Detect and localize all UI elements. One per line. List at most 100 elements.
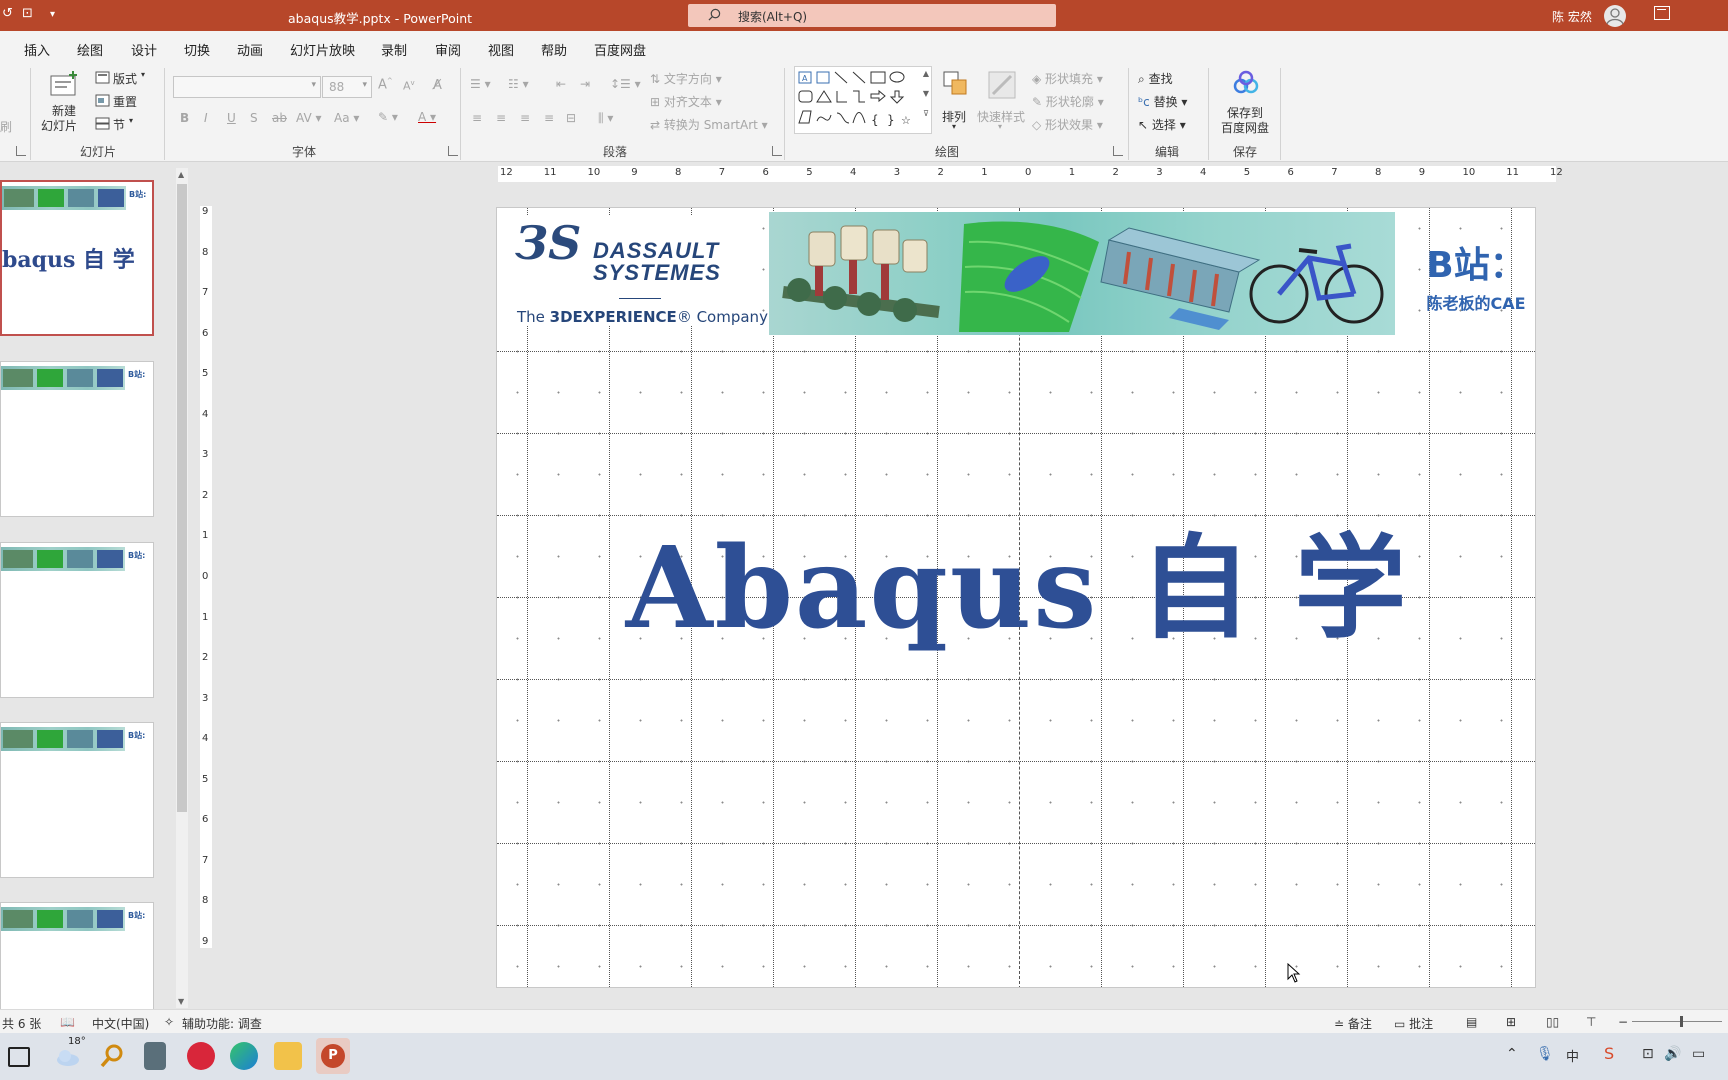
tab-review[interactable]: 审阅	[435, 40, 461, 59]
battery-icon[interactable]: ▭	[1692, 1046, 1705, 1062]
customize-quick-access-icon[interactable]: ▾	[50, 9, 55, 20]
zoom-slider[interactable]	[1632, 1021, 1722, 1022]
tab-insert[interactable]: 插入	[24, 40, 50, 59]
bold-icon[interactable]: B	[180, 111, 189, 125]
arrange-button[interactable]: 排列 ▾	[938, 68, 974, 134]
font-color-icon[interactable]: A ▾	[418, 110, 436, 124]
increase-indent-icon[interactable]: ⇥	[580, 77, 590, 91]
align-center-icon[interactable]: ≡	[496, 111, 506, 125]
scroll-down-icon[interactable]: ▼	[178, 997, 184, 1006]
tab-record[interactable]: 录制	[381, 40, 407, 59]
font-size-combo[interactable]: 88 ▾	[322, 76, 372, 98]
shape-fill-button[interactable]: ◈ 形状填充 ▾	[1032, 70, 1103, 87]
convert-smartart-button[interactable]: ⇄ 转换为 SmartArt ▾	[650, 116, 768, 133]
clear-formatting-icon[interactable]: A̸	[433, 78, 442, 93]
shapes-gallery[interactable]: A {} ☆ ▲ ▼ ⊽	[794, 66, 932, 134]
slide-thumbnail-3[interactable]: B站:	[0, 542, 154, 698]
language-indicator[interactable]: 中文(中国)	[92, 1015, 149, 1032]
banner-image[interactable]	[769, 212, 1395, 335]
gallery-scroll-up-icon[interactable]: ▲	[923, 69, 929, 78]
tab-animations[interactable]: 动画	[237, 40, 263, 59]
numbering-icon[interactable]: ☷ ▾	[508, 77, 529, 91]
search-box[interactable]: 搜索(Alt+Q)	[688, 4, 1056, 27]
notes-button[interactable]: ≐ 备注	[1334, 1015, 1372, 1032]
show-hidden-icons-icon[interactable]: ⌃	[1506, 1046, 1518, 1062]
shape-outline-button[interactable]: ✎ 形状轮廓 ▾	[1032, 93, 1104, 110]
ribbon-display-options-icon[interactable]	[1654, 6, 1670, 20]
edge-browser-icon[interactable]	[230, 1042, 258, 1070]
file-explorer-icon[interactable]	[274, 1042, 302, 1070]
undo-icon[interactable]: ↺	[2, 6, 13, 21]
increase-font-size-icon[interactable]: A^	[378, 77, 393, 92]
accessibility-icon[interactable]: ✧	[164, 1015, 174, 1029]
microphone-icon[interactable]: 🎙	[1536, 1046, 1554, 1062]
paragraph-dialog-launcher-icon[interactable]	[772, 146, 782, 156]
align-left-icon[interactable]: ≡	[472, 111, 482, 125]
justify-icon[interactable]: ≡	[544, 111, 554, 125]
slide-thumbnail-2[interactable]: B站:	[0, 361, 154, 517]
tab-design[interactable]: 设计	[131, 40, 157, 59]
normal-view-icon[interactable]: ▤	[1466, 1015, 1477, 1029]
save-to-baidu-button[interactable]: 保存到 百度网盘	[1218, 68, 1274, 135]
columns-icon[interactable]: ⫼ ▾	[598, 111, 613, 126]
text-direction-button[interactable]: ⇅ 文字方向 ▾	[650, 70, 722, 87]
comments-button[interactable]: ▭ 批注	[1394, 1015, 1433, 1032]
calculator-icon[interactable]	[144, 1042, 166, 1070]
slide-thumbnail-1[interactable]: B站: baqus 自 学	[0, 180, 154, 336]
slide-sorter-icon[interactable]: ⊞	[1506, 1015, 1516, 1029]
slide-show-icon[interactable]: ⊤	[1586, 1015, 1596, 1029]
volume-icon[interactable]: 🔊	[1664, 1046, 1681, 1062]
find-button[interactable]: ⌕ 查找	[1138, 70, 1173, 87]
zoom-slider-thumb[interactable]	[1680, 1016, 1683, 1027]
align-right-icon[interactable]: ≡	[520, 111, 530, 125]
font-name-combo[interactable]: ▾	[173, 76, 321, 98]
underline-icon[interactable]: U	[227, 111, 236, 125]
tab-slide-show[interactable]: 幻灯片放映	[290, 40, 355, 59]
format-painter-fragment[interactable]: 刷	[0, 118, 12, 135]
replace-button[interactable]: ᵇc 替换 ▾	[1138, 93, 1187, 110]
change-case-icon[interactable]: Aa ▾	[334, 111, 359, 125]
gallery-scroll-down-icon[interactable]: ▼	[923, 89, 929, 98]
text-shadow-icon[interactable]: S	[250, 111, 258, 125]
avatar[interactable]	[1604, 5, 1626, 27]
thumbnails-scrollbar[interactable]: ▲ ▼	[176, 168, 188, 1008]
drawing-dialog-launcher-icon[interactable]	[1113, 146, 1123, 156]
decrease-font-size-icon[interactable]: Av	[403, 79, 415, 93]
task-view-icon[interactable]	[8, 1047, 30, 1067]
slide-thumbnail-4[interactable]: B站:	[0, 722, 154, 878]
tab-transitions[interactable]: 切换	[184, 40, 210, 59]
decrease-indent-icon[interactable]: ⇤	[556, 77, 566, 91]
slide-canvas[interactable]: ЗS DASSAULT SYSTEMES The 3DEXPERIENCE® C…	[496, 207, 1536, 988]
bullets-icon[interactable]: ☰ ▾	[470, 77, 491, 91]
slide-thumbnail-5[interactable]: B站:	[0, 902, 154, 1012]
user-name[interactable]: 陈 宏然	[1552, 8, 1592, 25]
tab-view[interactable]: 视图	[488, 40, 514, 59]
tab-draw[interactable]: 绘图	[77, 40, 103, 59]
shape-effects-button[interactable]: ◇ 形状效果 ▾	[1032, 116, 1103, 133]
reading-view-icon[interactable]: ▯▯	[1546, 1015, 1559, 1029]
clipboard-dialog-launcher-icon[interactable]	[16, 146, 26, 156]
slide-title[interactable]: Abaqus 自 学	[497, 498, 1535, 660]
network-icon[interactable]: ⊡	[1642, 1046, 1654, 1062]
new-slide-button[interactable]: 新建 幻灯片	[40, 68, 90, 138]
gallery-more-icon[interactable]: ⊽	[923, 109, 929, 118]
zoom-out-icon[interactable]: −	[1618, 1015, 1628, 1029]
search-icon[interactable]	[98, 1042, 126, 1070]
italic-icon[interactable]: I	[204, 111, 208, 125]
highlight-color-icon[interactable]: ✎ ▾	[378, 110, 398, 124]
character-spacing-icon[interactable]: AV ▾	[296, 111, 322, 125]
scrollbar-thumb[interactable]	[177, 184, 187, 812]
bilibili-label[interactable]: B站： 陈老板的CAE	[1417, 236, 1535, 314]
netease-music-icon[interactable]	[187, 1042, 215, 1070]
start-from-beginning-icon[interactable]: ⊡	[22, 6, 33, 21]
align-text-button[interactable]: ⊞ 对齐文本 ▾	[650, 93, 722, 110]
tab-help[interactable]: 帮助	[541, 40, 567, 59]
weather-icon[interactable]: 18°	[54, 1036, 86, 1070]
scroll-up-icon[interactable]: ▲	[178, 170, 184, 179]
line-spacing-icon[interactable]: ↕☰ ▾	[610, 77, 641, 91]
tab-baidu-netdisk[interactable]: 百度网盘	[594, 40, 646, 59]
input-method-icon[interactable]: 中	[1566, 1046, 1579, 1065]
font-dialog-launcher-icon[interactable]	[448, 146, 458, 156]
powerpoint-taskbar-button[interactable]: P	[316, 1038, 350, 1074]
strikethrough-icon[interactable]: ab	[272, 111, 287, 125]
